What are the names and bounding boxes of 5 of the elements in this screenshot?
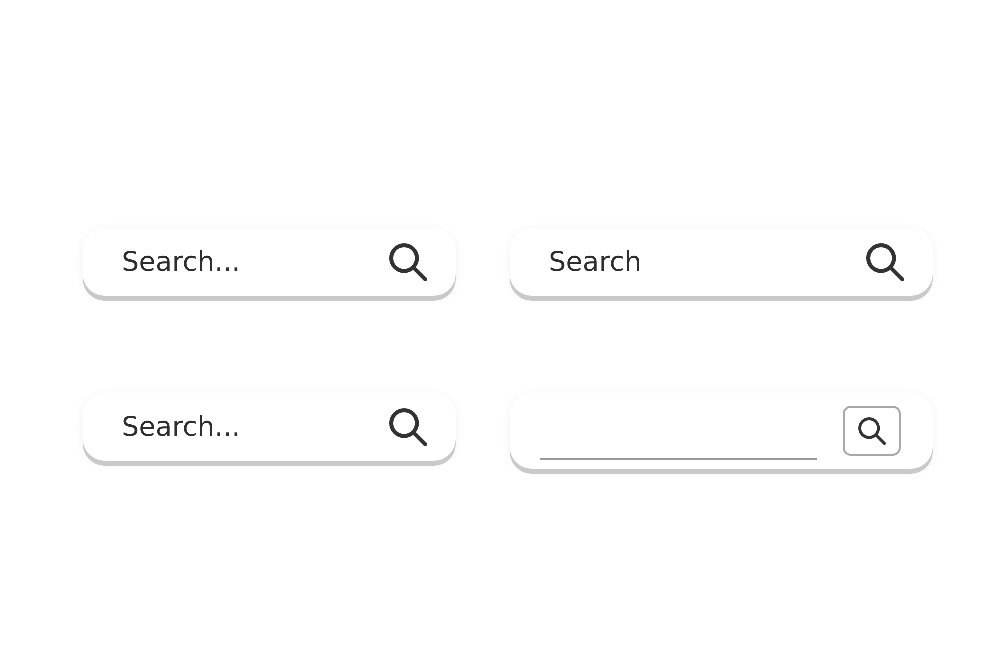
search-field[interactable]: Search... (120, 410, 374, 444)
search-field[interactable]: Search... (120, 246, 374, 278)
search-button[interactable] (843, 406, 901, 456)
search-icon[interactable] (856, 415, 888, 447)
search-field[interactable]: Search (547, 246, 851, 278)
